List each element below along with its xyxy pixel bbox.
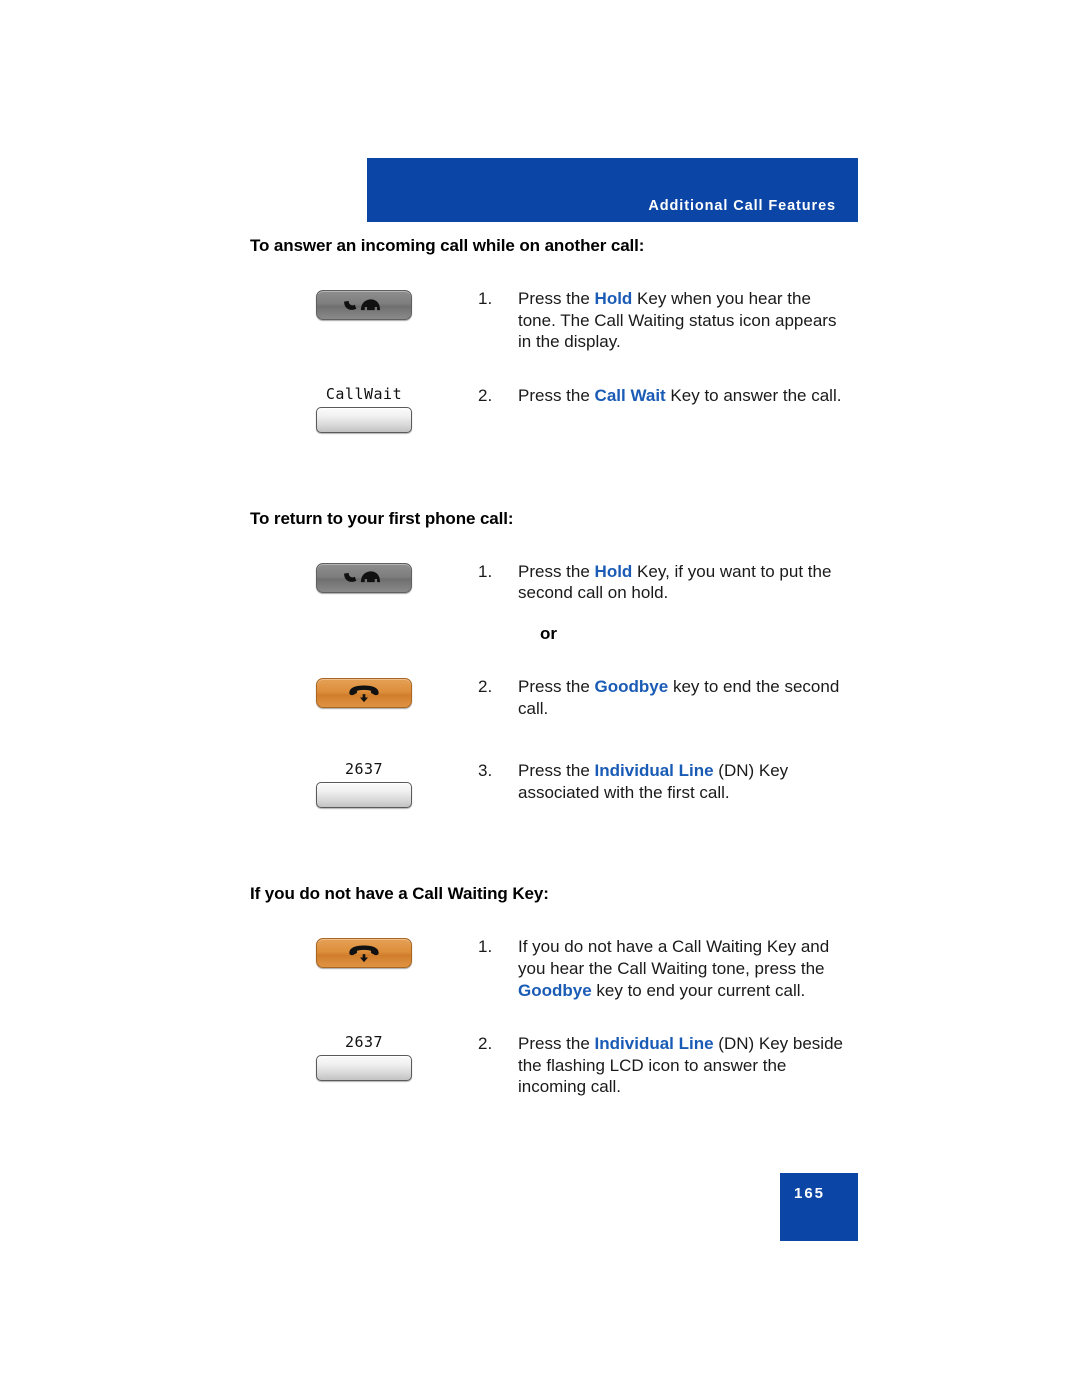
step-body: 3. Press the Individual Line (DN) Key ass… [478, 760, 1080, 803]
soft-key-button[interactable] [316, 782, 412, 809]
instruction-step-row: CallWait 2. Press the Call Wait Key to ans… [0, 385, 1080, 437]
soft-key-button[interactable] [316, 406, 412, 433]
step-text-fragment: Press the [518, 289, 595, 308]
hold-handset-icon [317, 564, 411, 592]
step-spacer [0, 1001, 1080, 1033]
alternative-or-label: or [540, 623, 557, 643]
hold-key-button[interactable] [316, 290, 412, 320]
step-instruction-text: Press the Individual Line (DN) Key besid… [518, 1033, 848, 1098]
step-text-fragment: Press the [518, 1034, 595, 1054]
instruction-step-row: 2637 3. Press the Individual Line (DN) Key… [0, 760, 1080, 812]
page-header-banner: Additional Call Features [367, 158, 858, 222]
step-instruction-text: Press the Hold Key, if you want to put t… [518, 561, 848, 604]
heading-gap [0, 904, 1080, 936]
step-number: 2. [478, 677, 493, 697]
key-name-emphasis: Individual Line [594, 761, 714, 781]
soft-key-group: 2637 [316, 1033, 412, 1082]
key-name-emphasis: Hold [594, 561, 633, 581]
step-text-fragment: Press the [518, 761, 595, 781]
step-spacer [0, 437, 1080, 469]
key-name-emphasis: Goodbye [518, 980, 592, 1000]
step-spacer [0, 644, 1080, 676]
soft-key-lcd-label: 2637 [344, 1033, 384, 1052]
step-body: 2. Press the Goodbye key to end the secon… [478, 676, 1080, 719]
step-spacer [0, 1098, 1080, 1130]
page-content: To answer an incoming call while on anot… [0, 236, 1080, 1130]
step-spacer [0, 812, 1080, 844]
step-text-fragment: Key to answer the call. [665, 385, 842, 405]
soft-key-button[interactable] [316, 1055, 412, 1082]
step-number: 1. [478, 561, 493, 581]
step-text-fragment: key to end your current call. [591, 980, 806, 1000]
step-instruction-text: Press the Individual Line (DN) Key assoc… [518, 760, 848, 803]
soft-key-group: 2637 [316, 760, 412, 809]
heading-gap [0, 529, 1080, 561]
goodbye-handset-icon [317, 939, 411, 967]
key-name-emphasis: Individual Line [594, 1034, 714, 1054]
goodbye-key-button[interactable] [316, 938, 412, 969]
step-text-fragment: Press the [518, 385, 595, 405]
page-number-label: 165 [794, 1185, 826, 1202]
instruction-step-row: 2637 2. Press the Individual Line (DN) Key… [0, 1033, 1080, 1098]
step-number: 1. [478, 289, 493, 308]
key-name-emphasis: Hold [594, 289, 633, 308]
goodbye-handset-icon [317, 679, 411, 707]
hold-handset-icon [317, 291, 411, 319]
step-key-artwork [250, 561, 478, 593]
step-body: 2. Press the Call Wait Key to answer the … [478, 385, 1080, 407]
step-key-artwork [250, 288, 478, 320]
step-spacer [0, 353, 1080, 385]
instruction-step-row: 2. Press the Goodbye key to end the secon… [0, 676, 1080, 728]
instruction-step-row: 1. Press the Hold Key when you hear the t… [0, 288, 1080, 353]
step-instruction-text: Press the Call Wait Key to answer the ca… [518, 385, 848, 407]
heading-gap [0, 256, 1080, 288]
instruction-step-row: 1. If you do not have a Call Waiting Key … [0, 936, 1080, 1001]
or-spacer [0, 613, 1080, 623]
step-body: 1. Press the Hold Key when you hear the t… [478, 288, 1080, 353]
step-instruction-text: Press the Goodbye key to end the second … [518, 676, 848, 719]
step-instruction-text: If you do not have a Call Waiting Key an… [518, 936, 848, 1001]
step-key-artwork: CallWait [250, 385, 478, 433]
step-spacer [0, 728, 1080, 760]
section-heading: If you do not have a Call Waiting Key: [250, 884, 549, 904]
step-number: 2. [478, 1034, 493, 1054]
key-name-emphasis: Goodbye [594, 677, 669, 697]
step-body: 2. Press the Individual Line (DN) Key bes… [478, 1033, 1080, 1098]
step-body: 1. If you do not have a Call Waiting Key … [478, 936, 1080, 1001]
soft-key-group: CallWait [316, 384, 412, 433]
step-key-artwork [250, 676, 478, 709]
page-header-title: Additional Call Features [648, 198, 836, 214]
soft-key-lcd-label: CallWait [325, 384, 403, 403]
step-key-artwork: 2637 [250, 1033, 478, 1082]
step-number: 1. [478, 937, 493, 957]
section-heading: To return to your first phone call: [250, 508, 514, 528]
step-body: 1. Press the Hold Key, if you want to put… [478, 561, 1080, 604]
key-name-emphasis: Call Wait [594, 385, 666, 405]
step-key-artwork: 2637 [250, 760, 478, 809]
step-text-fragment: If you do not have a Call Waiting Key an… [518, 937, 830, 978]
step-number: 3. [478, 761, 493, 781]
instruction-step-row: 1. Press the Hold Key, if you want to put… [0, 561, 1080, 613]
step-instruction-text: Press the Hold Key when you hear the ton… [518, 288, 848, 353]
hold-key-button[interactable] [316, 562, 412, 593]
step-text-fragment: Press the [518, 677, 595, 697]
page-number-badge: 165 [780, 1173, 858, 1241]
soft-key-lcd-label: 2637 [344, 760, 384, 779]
section-heading: To answer an incoming call while on anot… [250, 236, 645, 255]
step-number: 2. [478, 385, 493, 405]
goodbye-key-button[interactable] [316, 678, 412, 709]
step-text-fragment: Press the [518, 561, 595, 581]
step-key-artwork [250, 936, 478, 969]
